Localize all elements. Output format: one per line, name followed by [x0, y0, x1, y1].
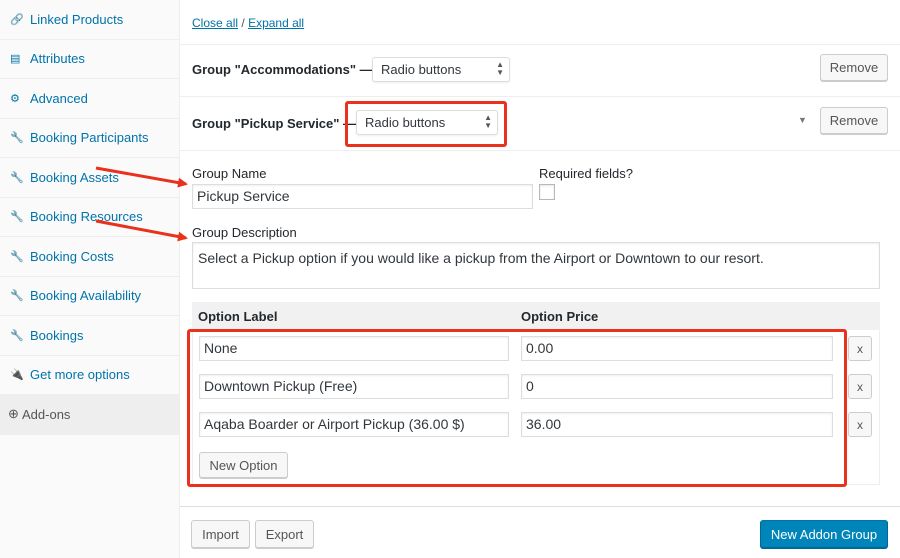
arrow-to-group-name	[95, 166, 188, 188]
annotation-arrows	[95, 166, 188, 242]
arrow-to-group-description	[95, 219, 188, 242]
